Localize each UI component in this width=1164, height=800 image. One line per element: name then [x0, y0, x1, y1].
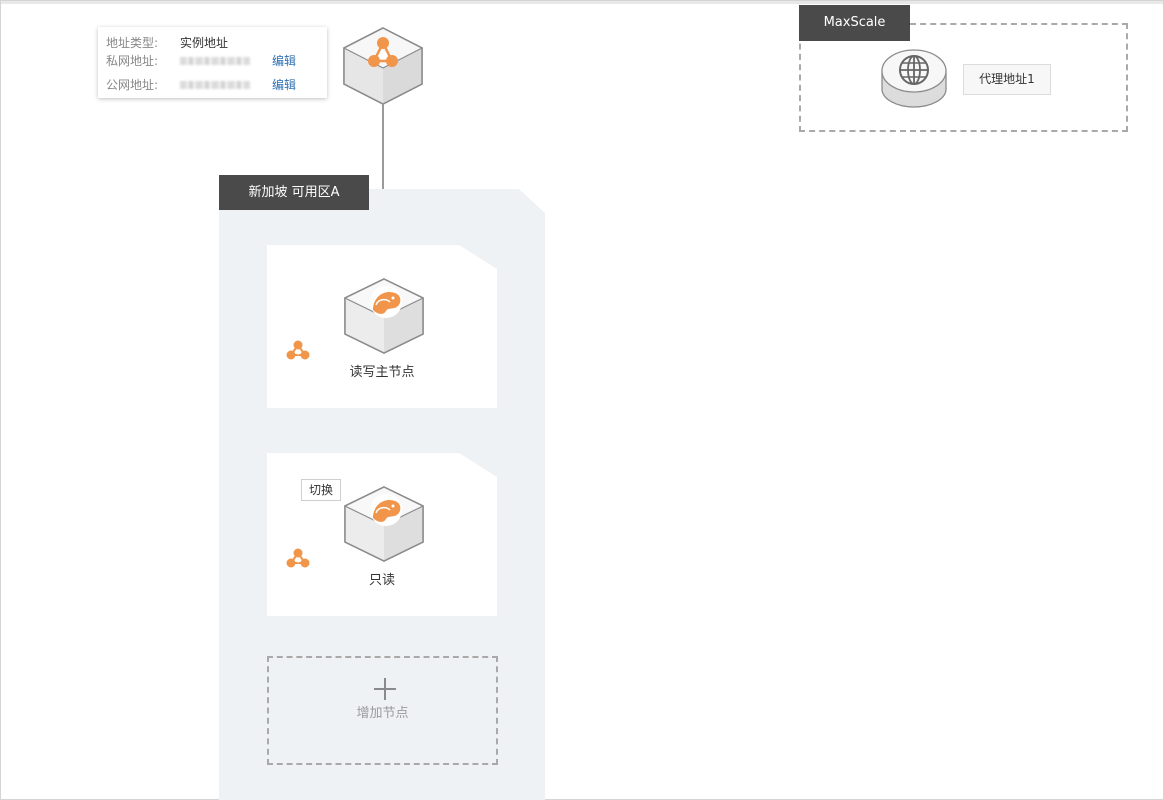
private-address-label: 私网地址: [106, 54, 159, 68]
primary-node-label: 读写主节点 [349, 365, 415, 380]
maxscale-title: MaxScale [799, 5, 910, 41]
primary-node-card[interactable]: 读写主节点 [267, 245, 497, 408]
private-address-row: 私网地址: 编辑 [106, 52, 321, 70]
readonly-node-card[interactable]: 切换 只读 [267, 453, 497, 616]
edit-private-address-link[interactable]: 编辑 [272, 52, 296, 70]
public-address-row: 公网地址: 编辑 [106, 76, 321, 94]
readonly-node-label: 只读 [368, 573, 395, 588]
add-node-label: 增加节点 [356, 706, 409, 721]
plus-icon [374, 678, 396, 700]
public-address-value-redacted [180, 81, 250, 89]
address-type-label: 地址类型: [106, 36, 159, 50]
zone-title: 新加坡 可用区A [219, 175, 369, 210]
cluster-link-icon[interactable] [286, 340, 310, 360]
edit-public-address-link[interactable]: 编辑 [272, 76, 296, 94]
connection-endpoint-icon[interactable] [342, 26, 424, 106]
switch-button[interactable]: 切换 [301, 479, 341, 501]
private-address-value-redacted [180, 57, 250, 65]
cluster-link-icon[interactable] [286, 548, 310, 568]
address-info-popup: 地址类型: 实例地址 私网地址: 编辑 公网地址: 编辑 [98, 27, 327, 98]
globe-icon[interactable] [880, 45, 948, 111]
proxy-address-button[interactable]: 代理地址1 [963, 64, 1051, 95]
mysql-dolphin-icon [343, 486, 425, 562]
address-type-value: 实例地址 [180, 36, 229, 50]
public-address-label: 公网地址: [106, 78, 159, 92]
add-node-button[interactable]: 增加节点 [267, 656, 498, 765]
mysql-dolphin-icon [343, 278, 425, 354]
